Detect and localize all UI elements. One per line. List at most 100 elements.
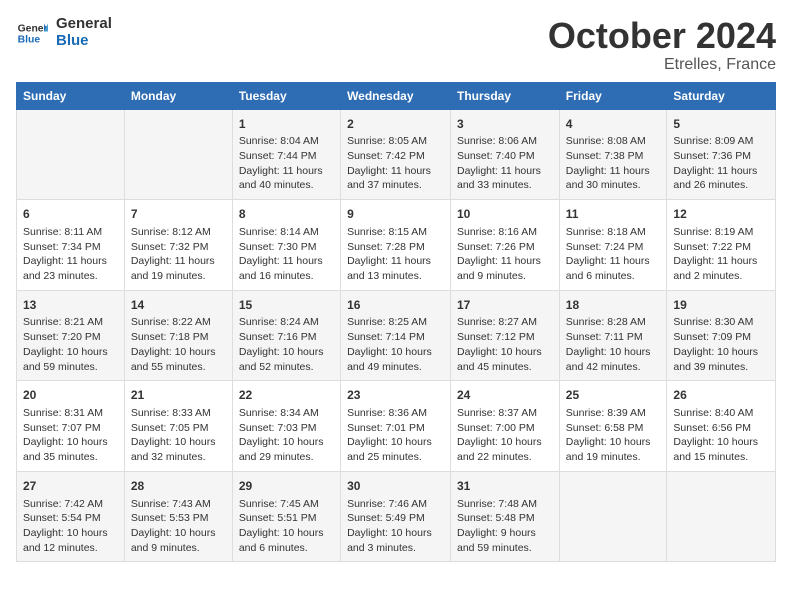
day-number: 2 [347,116,444,133]
day-info: Sunrise: 8:11 AM Sunset: 7:34 PM Dayligh… [23,225,118,284]
day-info: Sunrise: 8:30 AM Sunset: 7:09 PM Dayligh… [673,315,769,374]
calendar-cell: 12 Sunrise: 8:19 AM Sunset: 7:22 PM Dayli… [667,200,776,291]
calendar-cell: 6 Sunrise: 8:11 AM Sunset: 7:34 PM Daylig… [17,200,125,291]
day-number: 5 [673,116,769,133]
day-info: Sunrise: 8:27 AM Sunset: 7:12 PM Dayligh… [457,315,553,374]
day-info: Sunrise: 8:33 AM Sunset: 7:05 PM Dayligh… [131,406,226,465]
day-info: Sunrise: 8:40 AM Sunset: 6:56 PM Dayligh… [673,406,769,465]
day-number: 1 [239,116,334,133]
day-info: Sunrise: 8:34 AM Sunset: 7:03 PM Dayligh… [239,406,334,465]
logo: General Blue General Blue [16,16,112,49]
calendar-cell: 23Sunrise: 8:36 AM Sunset: 7:01 PM Dayli… [341,381,451,472]
calendar-cell: 8 Sunrise: 8:14 AM Sunset: 7:30 PM Daylig… [232,200,340,291]
day-number: 18 [566,297,661,314]
logo-icon: General Blue [16,17,48,49]
calendar-cell: 9 Sunrise: 8:15 AM Sunset: 7:28 PM Daylig… [341,200,451,291]
day-number: 11 [566,206,661,223]
calendar-cell: 30Sunrise: 7:46 AM Sunset: 5:49 PM Dayli… [341,471,451,562]
calendar-cell: 24 Sunrise: 8:37 AM Sunset: 7:00 PM Dayli… [451,381,560,472]
calendar-cell: 20 Sunrise: 8:31 AM Sunset: 7:07 PM Dayli… [17,381,125,472]
calendar-cell [124,109,232,200]
day-number: 7 [131,206,226,223]
day-number: 23 [347,387,444,404]
calendar-week-2: 13Sunrise: 8:21 AM Sunset: 7:20 PM Dayli… [17,290,776,381]
day-number: 26 [673,387,769,404]
day-number: 24 [457,387,553,404]
day-number: 13 [23,297,118,314]
day-info: Sunrise: 8:39 AM Sunset: 6:58 PM Dayligh… [566,406,661,465]
day-info: Sunrise: 8:04 AM Sunset: 7:44 PM Dayligh… [239,134,334,193]
calendar-week-0: 1Sunrise: 8:04 AM Sunset: 7:44 PM Daylig… [17,109,776,200]
logo-general: General [56,16,112,33]
day-info: Sunrise: 8:37 AM Sunset: 7:00 PM Dayligh… [457,406,553,465]
calendar-cell: 26 Sunrise: 8:40 AM Sunset: 6:56 PM Dayli… [667,381,776,472]
day-number: 9 [347,206,444,223]
calendar-cell: 22Sunrise: 8:34 AM Sunset: 7:03 PM Dayli… [232,381,340,472]
day-info: Sunrise: 8:22 AM Sunset: 7:18 PM Dayligh… [131,315,226,374]
calendar-cell: 21Sunrise: 8:33 AM Sunset: 7:05 PM Dayli… [124,381,232,472]
day-info: Sunrise: 8:28 AM Sunset: 7:11 PM Dayligh… [566,315,661,374]
weekday-header-row: SundayMondayTuesdayWednesdayThursdayFrid… [17,82,776,109]
calendar-week-1: 6 Sunrise: 8:11 AM Sunset: 7:34 PM Daylig… [17,200,776,291]
calendar-table: SundayMondayTuesdayWednesdayThursdayFrid… [16,82,776,563]
calendar-week-3: 20 Sunrise: 8:31 AM Sunset: 7:07 PM Dayli… [17,381,776,472]
day-number: 20 [23,387,118,404]
calendar-cell [17,109,125,200]
day-info: Sunrise: 8:24 AM Sunset: 7:16 PM Dayligh… [239,315,334,374]
day-number: 27 [23,478,118,495]
day-number: 3 [457,116,553,133]
weekday-header-thursday: Thursday [451,82,560,109]
day-info: Sunrise: 8:09 AM Sunset: 7:36 PM Dayligh… [673,134,769,193]
calendar-cell: 5Sunrise: 8:09 AM Sunset: 7:36 PM Daylig… [667,109,776,200]
day-info: Sunrise: 8:06 AM Sunset: 7:40 PM Dayligh… [457,134,553,193]
day-number: 12 [673,206,769,223]
weekday-header-friday: Friday [559,82,667,109]
day-info: Sunrise: 7:45 AM Sunset: 5:51 PM Dayligh… [239,497,334,556]
calendar-cell: 10Sunrise: 8:16 AM Sunset: 7:26 PM Dayli… [451,200,560,291]
day-number: 31 [457,478,553,495]
location-subtitle: Etrelles, France [548,56,776,74]
calendar-cell: 14Sunrise: 8:22 AM Sunset: 7:18 PM Dayli… [124,290,232,381]
day-number: 6 [23,206,118,223]
calendar-cell: 11 Sunrise: 8:18 AM Sunset: 7:24 PM Dayli… [559,200,667,291]
calendar-body: 1Sunrise: 8:04 AM Sunset: 7:44 PM Daylig… [17,109,776,562]
svg-text:Blue: Blue [18,34,41,45]
month-title: October 2024 [548,16,776,56]
day-number: 25 [566,387,661,404]
day-number: 17 [457,297,553,314]
day-number: 28 [131,478,226,495]
weekday-header-wednesday: Wednesday [341,82,451,109]
calendar-cell: 15Sunrise: 8:24 AM Sunset: 7:16 PM Dayli… [232,290,340,381]
day-info: Sunrise: 7:48 AM Sunset: 5:48 PM Dayligh… [457,497,553,556]
day-number: 15 [239,297,334,314]
day-number: 8 [239,206,334,223]
day-info: Sunrise: 8:12 AM Sunset: 7:32 PM Dayligh… [131,225,226,284]
weekday-header-sunday: Sunday [17,82,125,109]
day-info: Sunrise: 8:21 AM Sunset: 7:20 PM Dayligh… [23,315,118,374]
day-number: 29 [239,478,334,495]
calendar-cell: 29 Sunrise: 7:45 AM Sunset: 5:51 PM Dayli… [232,471,340,562]
page-header: General Blue General Blue October 2024 E… [16,16,776,74]
day-info: Sunrise: 8:08 AM Sunset: 7:38 PM Dayligh… [566,134,661,193]
weekday-header-tuesday: Tuesday [232,82,340,109]
title-area: October 2024 Etrelles, France [548,16,776,74]
calendar-cell: 17Sunrise: 8:27 AM Sunset: 7:12 PM Dayli… [451,290,560,381]
day-info: Sunrise: 8:05 AM Sunset: 7:42 PM Dayligh… [347,134,444,193]
day-info: Sunrise: 8:16 AM Sunset: 7:26 PM Dayligh… [457,225,553,284]
calendar-cell: 2Sunrise: 8:05 AM Sunset: 7:42 PM Daylig… [341,109,451,200]
day-info: Sunrise: 8:19 AM Sunset: 7:22 PM Dayligh… [673,225,769,284]
calendar-week-4: 27 Sunrise: 7:42 AM Sunset: 5:54 PM Dayli… [17,471,776,562]
day-info: Sunrise: 8:15 AM Sunset: 7:28 PM Dayligh… [347,225,444,284]
calendar-cell: 27 Sunrise: 7:42 AM Sunset: 5:54 PM Dayli… [17,471,125,562]
weekday-header-saturday: Saturday [667,82,776,109]
weekday-header-monday: Monday [124,82,232,109]
calendar-cell: 19Sunrise: 8:30 AM Sunset: 7:09 PM Dayli… [667,290,776,381]
day-info: Sunrise: 8:14 AM Sunset: 7:30 PM Dayligh… [239,225,334,284]
day-info: Sunrise: 7:46 AM Sunset: 5:49 PM Dayligh… [347,497,444,556]
calendar-cell: 31 Sunrise: 7:48 AM Sunset: 5:48 PM Dayli… [451,471,560,562]
day-info: Sunrise: 8:25 AM Sunset: 7:14 PM Dayligh… [347,315,444,374]
day-info: Sunrise: 8:31 AM Sunset: 7:07 PM Dayligh… [23,406,118,465]
day-info: Sunrise: 7:42 AM Sunset: 5:54 PM Dayligh… [23,497,118,556]
calendar-cell [667,471,776,562]
day-info: Sunrise: 8:18 AM Sunset: 7:24 PM Dayligh… [566,225,661,284]
